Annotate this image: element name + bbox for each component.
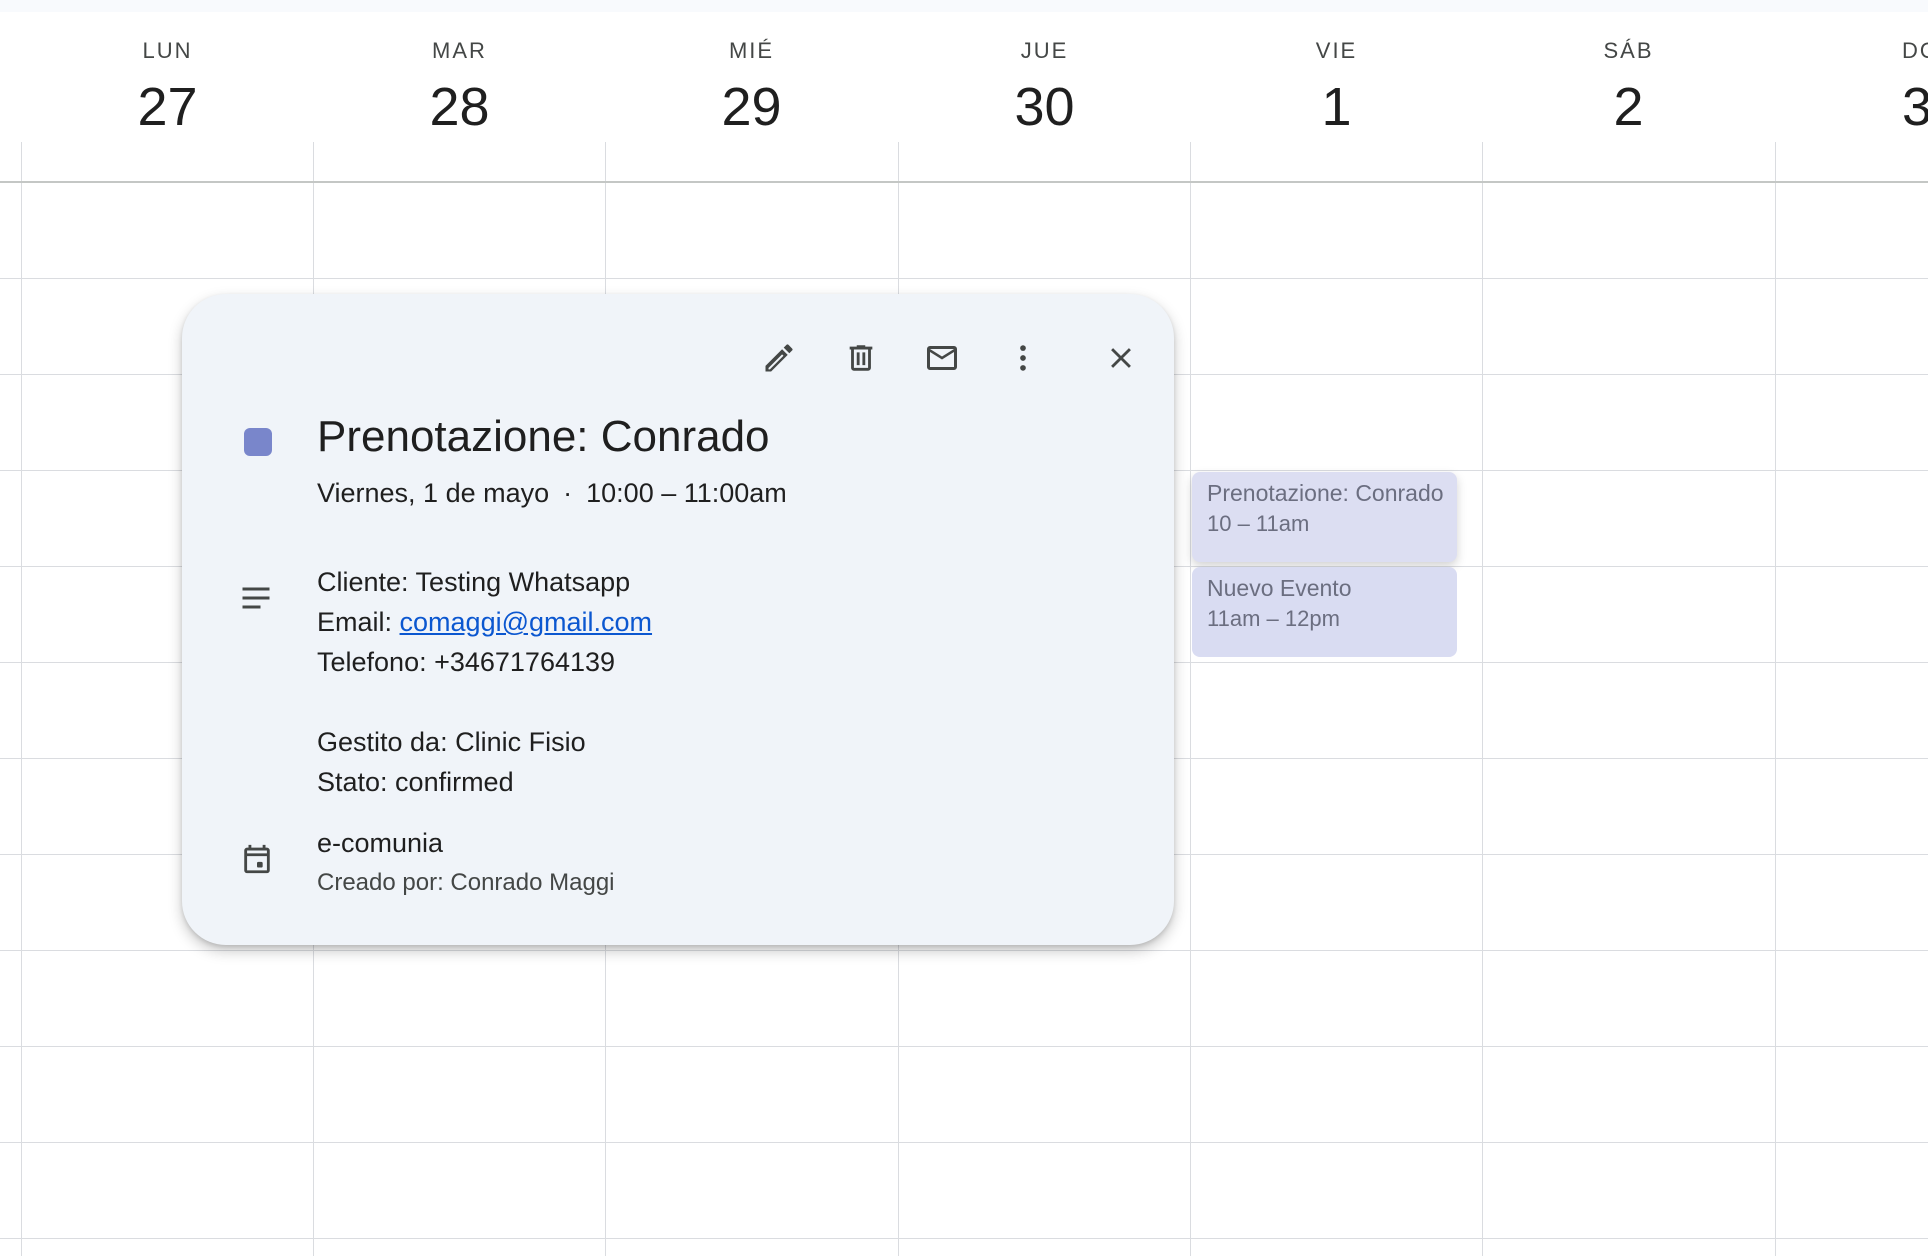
day-number[interactable]: 3 (1902, 80, 1928, 134)
email-label: Email: (317, 607, 400, 637)
more-vert-icon (1020, 345, 1026, 371)
day-of-week: VIE (1315, 38, 1358, 63)
day-of-week: MIÉ (728, 38, 775, 63)
day-header-tue[interactable]: MAR 28 (313, 12, 606, 134)
close-icon (1111, 348, 1131, 368)
calendar-name: e-comunia (317, 828, 444, 858)
day-header-thu[interactable]: JUE 30 (898, 12, 1191, 134)
email-line: Email: comaggi@gmail.com (317, 602, 652, 642)
status-line: Stato: confirmed (317, 767, 514, 797)
event-color-swatch (244, 428, 272, 456)
trash-icon (849, 345, 873, 371)
week-header: LUN 27 MAR 28 MIÉ 29 JUE 30 VIE 1 SÁB 2 … (0, 12, 1928, 182)
email-link[interactable]: comaggi@gmail.com (400, 607, 653, 637)
day-header-fri[interactable]: VIE 1 (1190, 12, 1483, 134)
mail-icon (927, 346, 957, 370)
created-by: Creado por: Conrado Maggi (317, 869, 615, 896)
edit-button[interactable] (752, 331, 806, 385)
email-guests-button[interactable] (915, 331, 969, 385)
more-options-button[interactable] (996, 331, 1050, 385)
day-header-mon[interactable]: LUN 27 (21, 12, 314, 134)
day-of-week: SÁB (1603, 38, 1654, 63)
close-button[interactable] (1094, 331, 1148, 385)
day-of-week: MAR (432, 38, 487, 63)
event-date-time: Viernes, 1 de mayo · 10:00 – 11:00am (317, 478, 787, 509)
day-header-sun[interactable]: DO 3 (1775, 12, 1928, 134)
calendar-icon (240, 842, 274, 881)
day-of-week: LUN (142, 38, 193, 63)
top-bar-strip (0, 0, 1928, 12)
client-line: Cliente: Testing Whatsapp (317, 567, 631, 597)
day-number[interactable]: 2 (1482, 80, 1775, 134)
day-number[interactable]: 30 (898, 80, 1191, 134)
separator-dot: · (563, 478, 573, 508)
delete-button[interactable] (834, 331, 888, 385)
day-number[interactable]: 27 (21, 80, 314, 134)
pencil-icon (765, 344, 793, 372)
event-title: Prenotazione: Conrado (1207, 480, 1444, 506)
day-of-week: DO (1902, 38, 1928, 63)
day-header-sat[interactable]: SÁB 2 (1482, 12, 1775, 134)
event-time: 11am – 12pm (1207, 606, 1340, 631)
event-chip-nuevo-evento[interactable]: Nuevo Evento 11am – 12pm (1192, 567, 1457, 657)
event-detail-popup: Prenotazione: Conrado Viernes, 1 de mayo… (182, 294, 1174, 945)
event-date: Viernes, 1 de mayo (317, 478, 550, 508)
phone-line: Telefono: +34671764139 (317, 647, 616, 677)
event-title: Nuevo Evento (1207, 575, 1352, 601)
day-number[interactable]: 1 (1190, 80, 1483, 134)
event-time: 10 – 11am (1207, 511, 1310, 536)
event-title: Prenotazione: Conrado (317, 412, 770, 461)
day-number[interactable]: 28 (313, 80, 606, 134)
event-description: Cliente: Testing Whatsapp Email: comaggi… (317, 562, 652, 802)
event-time-range: 10:00 – 11:00am (586, 478, 787, 508)
description-icon (238, 580, 274, 621)
event-chip-prenotazione[interactable]: Prenotazione: Conrado 10 – 11am (1192, 472, 1457, 562)
day-number[interactable]: 29 (605, 80, 898, 134)
day-header-wed[interactable]: MIÉ 29 (605, 12, 898, 134)
header-divider (0, 181, 1928, 183)
day-of-week: JUE (1020, 38, 1069, 63)
managed-by-line: Gestito da: Clinic Fisio (317, 727, 586, 757)
